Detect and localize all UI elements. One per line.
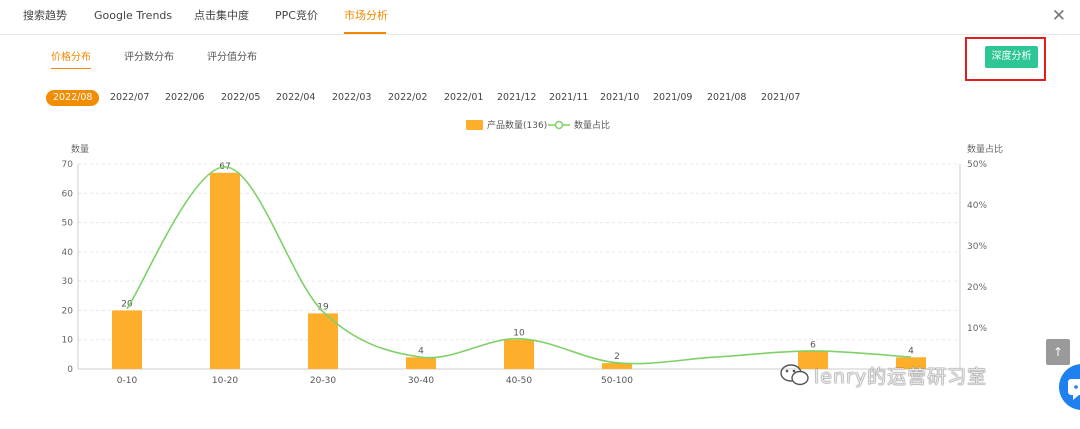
x-tick-label: 30-40 <box>408 376 434 386</box>
arrow-up-icon: ↑ <box>1052 345 1064 359</box>
date-2022-07[interactable]: 2022/07 <box>110 90 149 106</box>
y-tick-label: 70 <box>62 160 74 170</box>
highlight-box <box>965 37 1046 81</box>
tab-click-concentration[interactable]: 点击集中度 <box>194 0 249 34</box>
bar <box>112 310 142 369</box>
chat-bubble-icon <box>1068 379 1080 400</box>
y-tick-label: 40 <box>62 248 74 258</box>
date-2022-04[interactable]: 2022/04 <box>276 90 315 106</box>
y-axis-title: 数量 <box>71 143 89 155</box>
x-tick-label: 0-10 <box>117 376 138 386</box>
legend-bar-label: 产品数量(136) <box>487 119 547 131</box>
watermark-text: lenry的运营研习室 <box>814 366 988 388</box>
y2-tick-label: 50% <box>967 160 987 170</box>
bar <box>504 339 534 369</box>
date-2021-12[interactable]: 2021/12 <box>497 90 536 106</box>
wechat-icon <box>780 363 810 392</box>
scroll-top-button[interactable]: ↑ <box>1046 339 1070 365</box>
y2-axis-title: 数量占比 <box>967 143 1003 155</box>
data-label: 4 <box>908 346 914 356</box>
date-2021-11[interactable]: 2021/11 <box>549 90 588 106</box>
top-tab-bar: 搜索趋势 Google Trends 点击集中度 PPC竞价 市场分析 <box>0 0 1080 35</box>
y-tick-label: 50 <box>62 219 74 229</box>
legend-bar-swatch <box>466 120 483 130</box>
y2-tick-label: 30% <box>967 242 987 252</box>
date-2022-08[interactable]: 2022/08 <box>46 90 100 106</box>
date-2021-09[interactable]: 2021/09 <box>653 90 692 106</box>
tab-market-analysis[interactable]: 市场分析 <box>344 0 388 34</box>
subtab-rating-value-distribution[interactable]: 评分值分布 <box>207 50 257 68</box>
date-2022-03[interactable]: 2022/03 <box>332 90 371 106</box>
y-tick-label: 0 <box>67 365 73 375</box>
x-tick-label: 40-50 <box>506 376 532 386</box>
data-label: 10 <box>513 329 525 339</box>
y2-tick-label: 40% <box>967 201 987 211</box>
y-tick-label: 30 <box>62 277 74 287</box>
x-tick-label: 10-20 <box>212 376 238 386</box>
date-2021-07[interactable]: 2021/07 <box>761 90 800 106</box>
y-tick-label: 20 <box>62 306 74 316</box>
x-tick-label: 50-100 <box>601 376 633 386</box>
data-label: 6 <box>810 340 816 350</box>
bar <box>406 357 436 369</box>
date-2022-05[interactable]: 2022/05 <box>221 90 260 106</box>
bar <box>210 172 240 369</box>
date-2022-06[interactable]: 2022/06 <box>165 90 204 106</box>
y2-tick-label: 10% <box>967 324 987 334</box>
x-tick-label: 20-30 <box>310 376 336 386</box>
date-2022-02[interactable]: 2022/02 <box>388 90 427 106</box>
subtab-rating-count-distribution[interactable]: 评分数分布 <box>124 50 174 68</box>
data-label: 2 <box>614 352 620 362</box>
date-2022-01[interactable]: 2022/01 <box>444 90 483 106</box>
date-2021-10[interactable]: 2021/10 <box>600 90 639 106</box>
data-label: 4 <box>418 346 424 356</box>
close-icon[interactable]: ✕ <box>1052 6 1066 26</box>
legend-line-label: 数量占比 <box>574 119 610 131</box>
tab-ppc-bidding[interactable]: PPC竞价 <box>275 0 318 34</box>
y-tick-label: 10 <box>62 336 74 346</box>
legend-line-marker <box>554 120 564 130</box>
watermark: lenry的运营研习室 <box>780 362 987 392</box>
chat-button[interactable] <box>1059 364 1080 410</box>
tab-search-trend[interactable]: 搜索趋势 <box>23 0 67 34</box>
date-2021-08[interactable]: 2021/08 <box>707 90 746 106</box>
tab-google-trends[interactable]: Google Trends <box>94 0 172 34</box>
subtab-price-distribution[interactable]: 价格分布 <box>51 50 91 69</box>
y2-tick-label: 20% <box>967 283 987 293</box>
y-tick-label: 60 <box>62 189 74 199</box>
